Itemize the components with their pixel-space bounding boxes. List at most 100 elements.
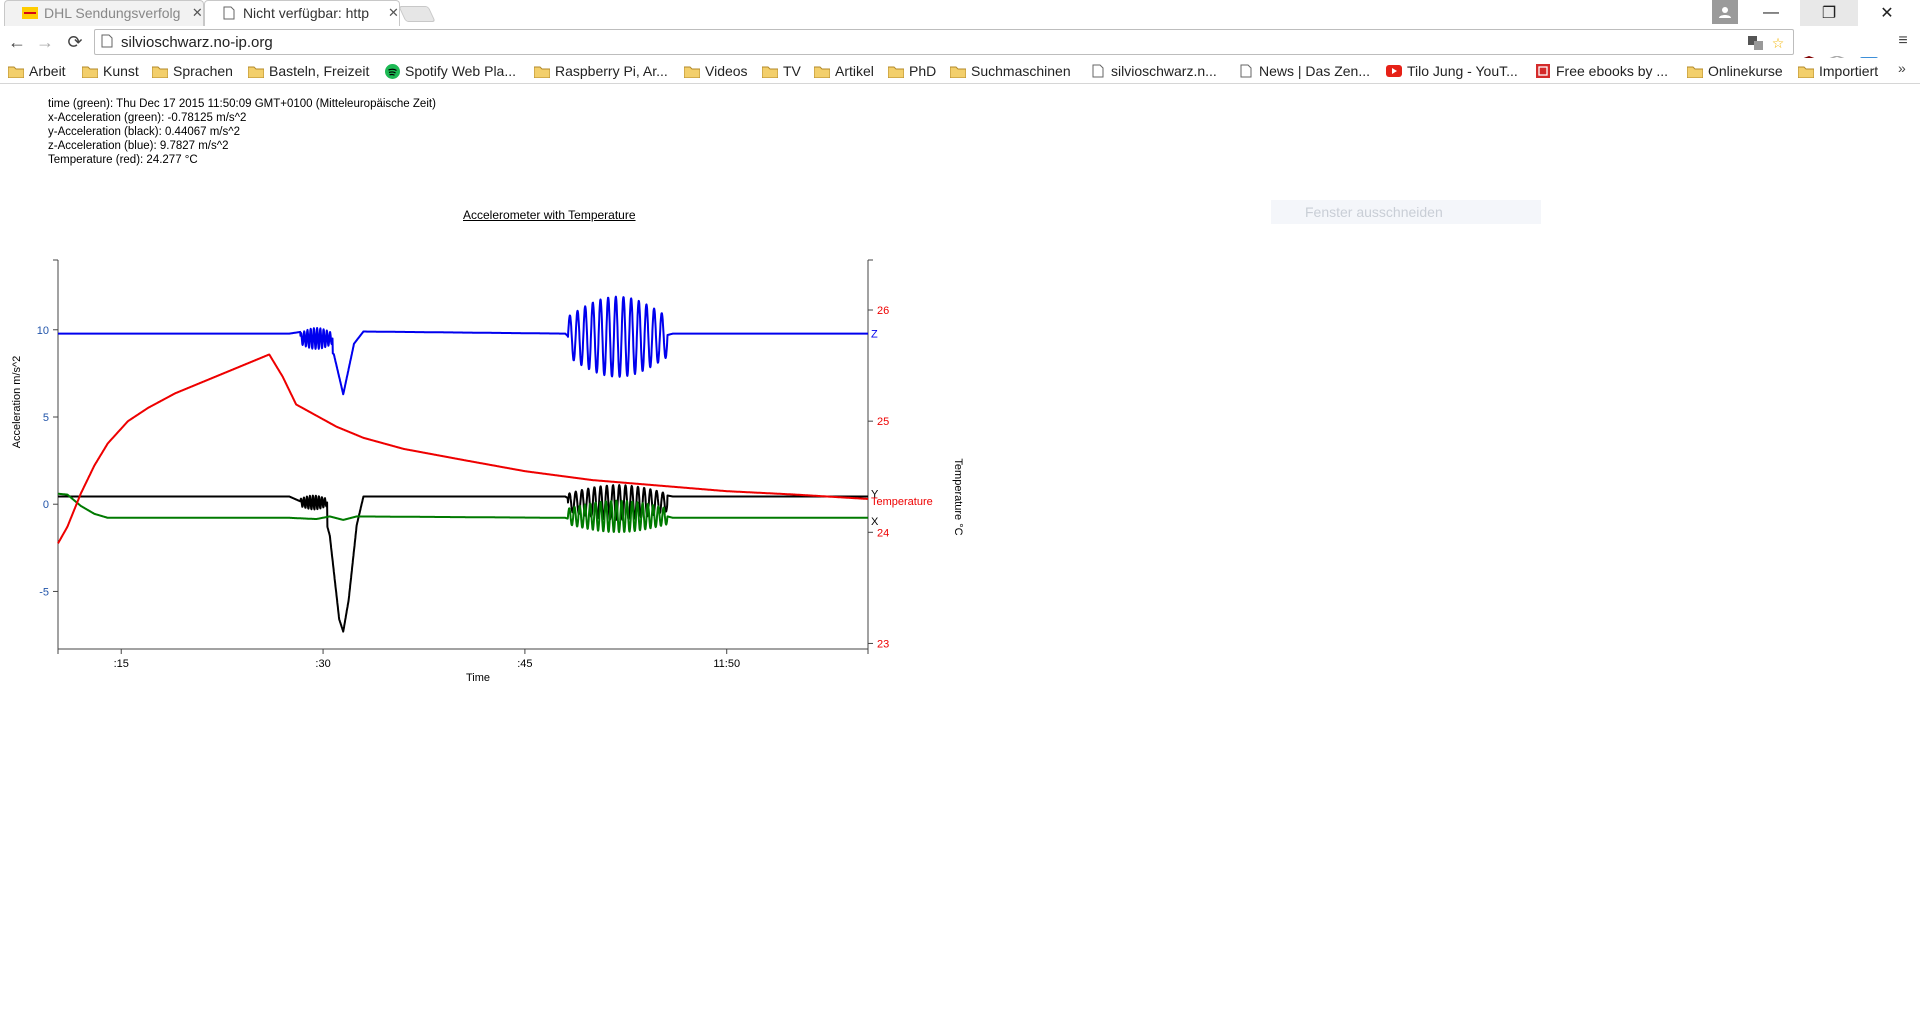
star-icon[interactable]: ☆ [1769,34,1787,52]
folder-icon [152,64,168,78]
menu-icon[interactable]: ≡ [1892,30,1914,52]
bookmark-item[interactable]: Free ebooks by ... [1535,61,1668,81]
page-icon [101,34,113,53]
address-bar[interactable]: silvioschwarz.no-ip.org ☆ [94,29,1794,55]
bookmark-label: Sprachen [173,63,233,79]
bookmark-label: Tilo Jung - YouT... [1407,63,1518,79]
tab-dhl[interactable]: DHL Sendungsverfolg ✕ [4,0,204,26]
sensor-readout: time (green): Thu Dec 17 2015 11:50:09 G… [48,97,436,167]
readout-time: time (green): Thu Dec 17 2015 11:50:09 G… [48,98,436,110]
bookmark-label: Spotify Web Pla... [405,63,517,79]
profile-icon[interactable] [1712,0,1738,24]
bookmark-label: Onlinekurse [1708,63,1783,79]
ebook-icon [1535,64,1551,78]
series-line-x [57,492,869,534]
bookmarks-bar: Arbeit Kunst Sprachen Basteln, Freizeit Spot… [0,58,1920,84]
url-text[interactable]: silvioschwarz.no-ip.org [121,34,273,51]
x-tick-label: :15 [114,658,129,670]
right-axis-label: Temperature °C [952,458,964,535]
right-tick-label: 23 [877,638,889,650]
bookmark-label: Suchmaschinen [971,63,1071,79]
bookmarks-overflow-icon[interactable]: » [1898,60,1906,76]
bookmark-label: Importiert [1819,63,1879,79]
left-tick-label: 0 [43,499,49,511]
dhl-icon [22,5,38,21]
x-tick-label: 11:50 [713,658,740,670]
translate-icon[interactable] [1747,34,1765,52]
youtube-icon [1386,64,1402,78]
bookmark-label: silvioschwarz.n... [1111,63,1217,79]
right-tick-label: 25 [877,416,889,428]
bookmark-item[interactable]: Videos [684,61,748,81]
folder-icon [888,64,904,78]
series-label-temperature: Temperature [871,496,933,508]
ghost-tooltip: Fenster ausschneiden [1271,200,1541,224]
restore-button[interactable]: ❐ [1800,0,1858,26]
tab-nicht-verfuegbar[interactable]: Nicht verfügbar: http ✕ [204,0,400,26]
back-button[interactable]: ← [4,30,30,54]
bookmark-label: Kunst [103,63,139,79]
x-tick-label: :45 [517,658,532,670]
bookmark-label: PhD [909,63,937,79]
close-icon[interactable]: ✕ [191,5,204,20]
x-tick-label: :30 [315,658,330,670]
folder-icon [950,64,966,78]
chart-title: Accelerometer with Temperature [463,208,636,222]
bookmark-label: Free ebooks by ... [1556,63,1669,79]
bookmark-item[interactable]: Kunst [82,61,139,81]
folder-icon [534,64,550,78]
bookmark-item[interactable]: Importiert [1798,61,1878,81]
series-line-y [57,484,869,633]
bookmark-label: Artikel [835,63,874,79]
minimize-button[interactable]: — [1742,0,1800,26]
bookmark-item[interactable]: News | Das Zen... [1238,61,1370,81]
bookmark-item[interactable]: Basteln, Freizeit [248,61,369,81]
close-icon[interactable]: ✕ [387,5,400,20]
left-tick-label: 5 [43,412,49,424]
readout-y: y-Acceleration (black): 0.44067 m/s^2 [48,126,241,138]
left-tick-label: -5 [39,586,49,598]
bookmark-item[interactable]: Spotify Web Pla... [384,61,516,81]
series-line-z [57,295,869,396]
bookmark-item[interactable]: silvioschwarz.n... [1090,61,1217,81]
tab-strip: DHL Sendungsverfolg ✕ Nicht verfügbar: h… [0,0,1920,26]
bookmark-label: TV [783,63,801,79]
series-label-z: Z [871,329,878,341]
series-label-x: X [871,516,879,528]
bookmark-label: News | Das Zen... [1259,63,1371,79]
folder-icon [684,64,700,78]
forward-button[interactable]: → [32,30,58,54]
tab-title: DHL Sendungsverfolg [44,5,181,21]
folder-icon [248,64,264,78]
page-icon [1238,64,1254,78]
bookmark-item[interactable]: PhD [888,61,936,81]
bookmark-item[interactable]: Onlinekurse [1687,61,1783,81]
bookmark-item[interactable]: Arbeit [8,61,66,81]
bookmark-label: Arbeit [29,63,66,79]
bookmark-item[interactable]: TV [762,61,801,81]
left-tick-label: 10 [37,325,49,337]
folder-icon [8,64,24,78]
spotify-icon [384,63,400,79]
bookmark-item[interactable]: Tilo Jung - YouT... [1386,61,1518,81]
bookmark-item[interactable]: Artikel [814,61,874,81]
bookmark-item[interactable]: Raspberry Pi, Ar... [534,61,668,81]
new-tab-button[interactable] [398,6,436,22]
reload-button[interactable]: ⟳ [62,30,88,54]
bookmark-item[interactable]: Suchmaschinen [950,61,1071,81]
readout-z: z-Acceleration (blue): 9.7827 m/s^2 [48,140,229,152]
readout-x: x-Acceleration (green): -0.78125 m/s^2 [48,112,247,124]
close-window-button[interactable]: ✕ [1858,0,1916,26]
right-tick-label: 24 [877,527,889,539]
accelerometer-chart: 10 5 0 -5 26 25 24 23:15:30:45 11:50 Time Accelera… [11,259,964,684]
browser-toolbar: ← → ⟳ silvioschwarz.no-ip.org ☆ uO [0,26,1920,74]
bookmark-label: Raspberry Pi, Ar... [555,63,668,79]
folder-icon [1798,64,1814,78]
folder-icon [762,64,778,78]
bookmark-item[interactable]: Sprachen [152,61,233,81]
left-axis-label: Acceleration m/s^2 [11,356,23,449]
readout-temperature: Temperature (red): 24.277 °C [48,154,198,166]
folder-icon [82,64,98,78]
page-icon [222,5,237,21]
right-tick-label: 26 [877,305,889,317]
